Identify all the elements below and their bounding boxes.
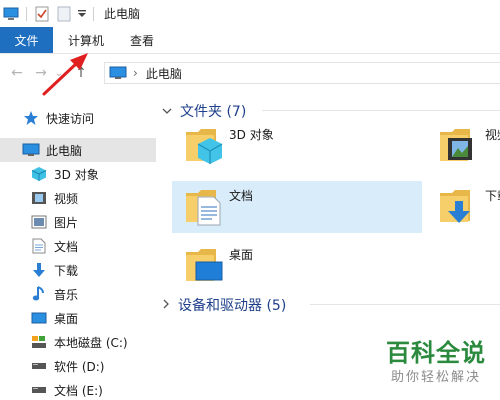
star-icon xyxy=(22,109,40,127)
document-folder-icon xyxy=(186,190,221,226)
tab-file[interactable]: 文件 xyxy=(0,27,53,53)
group-header-folders[interactable]: 文件夹 (7) xyxy=(162,101,246,121)
sidebar-item-label: 文档 xyxy=(54,239,79,254)
tab-view[interactable]: 查看 xyxy=(117,27,167,53)
sidebar-item-desktop[interactable]: 桌面 xyxy=(0,306,156,330)
breadcrumb-this-pc[interactable]: 此电脑 xyxy=(146,65,182,82)
sidebar-item-label: 软件 (D:) xyxy=(54,359,105,374)
sidebar-item-label: 快速访问 xyxy=(46,111,95,126)
title-divider xyxy=(93,6,94,21)
sidebar-item-label: 桌面 xyxy=(54,311,79,326)
sidebar-item-label: 3D 对象 xyxy=(54,167,99,182)
music-note-icon xyxy=(30,285,48,303)
folder-tile-videos[interactable]: 视频 xyxy=(428,120,500,172)
chevron-right-icon[interactable] xyxy=(162,299,170,312)
folder-label: 下载 xyxy=(485,189,500,203)
up-button[interactable]: ↑ xyxy=(70,62,92,84)
sidebar-item-label: 下载 xyxy=(54,263,79,278)
desktop-folder-icon xyxy=(186,249,223,281)
drive-icon xyxy=(30,333,48,351)
watermark: 百科全说 助你轻松解决 xyxy=(376,338,496,396)
drive-icon xyxy=(30,381,48,399)
forward-button[interactable]: → xyxy=(30,62,52,84)
document-icon xyxy=(30,237,48,255)
back-button[interactable]: ← xyxy=(6,62,28,84)
sidebar-item-3d-objects[interactable]: 3D 对象 xyxy=(0,162,156,186)
group-header-label: 设备和驱动器 (5) xyxy=(178,298,287,314)
title-bar: 此电脑 xyxy=(0,0,500,27)
computer-icon xyxy=(22,141,40,159)
drive-icon xyxy=(30,357,48,375)
sidebar-item-drive-e[interactable]: 文档 (E:) xyxy=(0,378,156,400)
folder-label: 桌面 xyxy=(229,248,254,262)
folder-label: 视频 xyxy=(485,128,500,142)
cube-icon xyxy=(30,165,48,183)
sidebar-item-music[interactable]: 音乐 xyxy=(0,282,156,306)
folder-label: 3D 对象 xyxy=(229,128,274,142)
folder-label: 文档 xyxy=(229,189,254,203)
sidebar-item-drive-d[interactable]: 软件 (D:) xyxy=(0,354,156,378)
group-header-devices[interactable]: 设备和驱动器 (5) xyxy=(162,295,286,315)
folder-tile-3d-objects[interactable]: 3D 对象 xyxy=(172,120,422,172)
desktop-icon xyxy=(30,309,48,327)
quick-access-toolbar xyxy=(0,0,89,27)
sidebar-item-label: 视频 xyxy=(54,191,79,206)
sidebar-item-label: 文档 (E:) xyxy=(54,383,103,398)
customize-dropdown-icon[interactable] xyxy=(75,0,89,27)
toolbar-divider xyxy=(26,6,27,21)
sidebar-item-label: 音乐 xyxy=(54,287,79,302)
film-icon xyxy=(30,189,48,207)
new-folder-icon[interactable] xyxy=(53,0,75,27)
breadcrumb-separator[interactable]: › xyxy=(133,66,138,80)
chevron-down-icon[interactable] xyxy=(162,105,172,118)
properties-icon[interactable] xyxy=(31,0,53,27)
sidebar-item-videos[interactable]: 视频 xyxy=(0,186,156,210)
sidebar-item-downloads[interactable]: 下载 xyxy=(0,258,156,282)
sidebar-item-pictures[interactable]: 图片 xyxy=(0,210,156,234)
watermark-subtitle: 助你轻松解决 xyxy=(390,370,481,385)
tab-computer[interactable]: 计算机 xyxy=(55,27,117,53)
computer-icon[interactable] xyxy=(0,0,22,27)
sidebar-item-label: 图片 xyxy=(54,215,79,230)
sidebar-item-label: 本地磁盘 (C:) xyxy=(54,335,128,350)
computer-icon xyxy=(109,66,127,79)
download-arrow-icon xyxy=(30,261,48,279)
folder-tile-downloads[interactable]: 下载 xyxy=(428,181,500,233)
sidebar-item-this-pc[interactable]: 此电脑 xyxy=(0,138,156,162)
group-header-label: 文件夹 (7) xyxy=(180,104,247,120)
picture-icon xyxy=(30,213,48,231)
sidebar-item-quick-access[interactable]: 快速访问 xyxy=(0,106,156,130)
download-folder-icon xyxy=(440,190,470,223)
sidebar-item-drive-c[interactable]: 本地磁盘 (C:) xyxy=(0,330,156,354)
folder-tile-documents[interactable]: 文档 xyxy=(172,181,422,233)
watermark-title: 百科全说 xyxy=(386,338,486,367)
group-divider xyxy=(262,110,500,111)
film-folder-icon xyxy=(440,129,472,161)
navigation-pane: 快速访问 此电脑 3D 对象 视频 图片 文档 下载 音乐 桌面 本地磁盘 (C… xyxy=(0,100,156,400)
address-bar[interactable]: › 此电脑 xyxy=(104,62,500,84)
sidebar-item-documents[interactable]: 文档 xyxy=(0,234,156,258)
group-divider xyxy=(310,304,500,305)
cube-folder-icon xyxy=(186,129,223,164)
navigation-bar: ← → ⌄ ↑ › 此电脑 xyxy=(0,54,500,92)
ribbon-tabs: 文件 计算机 查看 xyxy=(0,27,500,54)
window-title: 此电脑 xyxy=(104,7,141,21)
folder-tile-desktop[interactable]: 桌面 xyxy=(172,240,422,292)
recent-locations-dropdown[interactable]: ⌄ xyxy=(52,62,66,84)
sidebar-item-label: 此电脑 xyxy=(46,143,83,158)
